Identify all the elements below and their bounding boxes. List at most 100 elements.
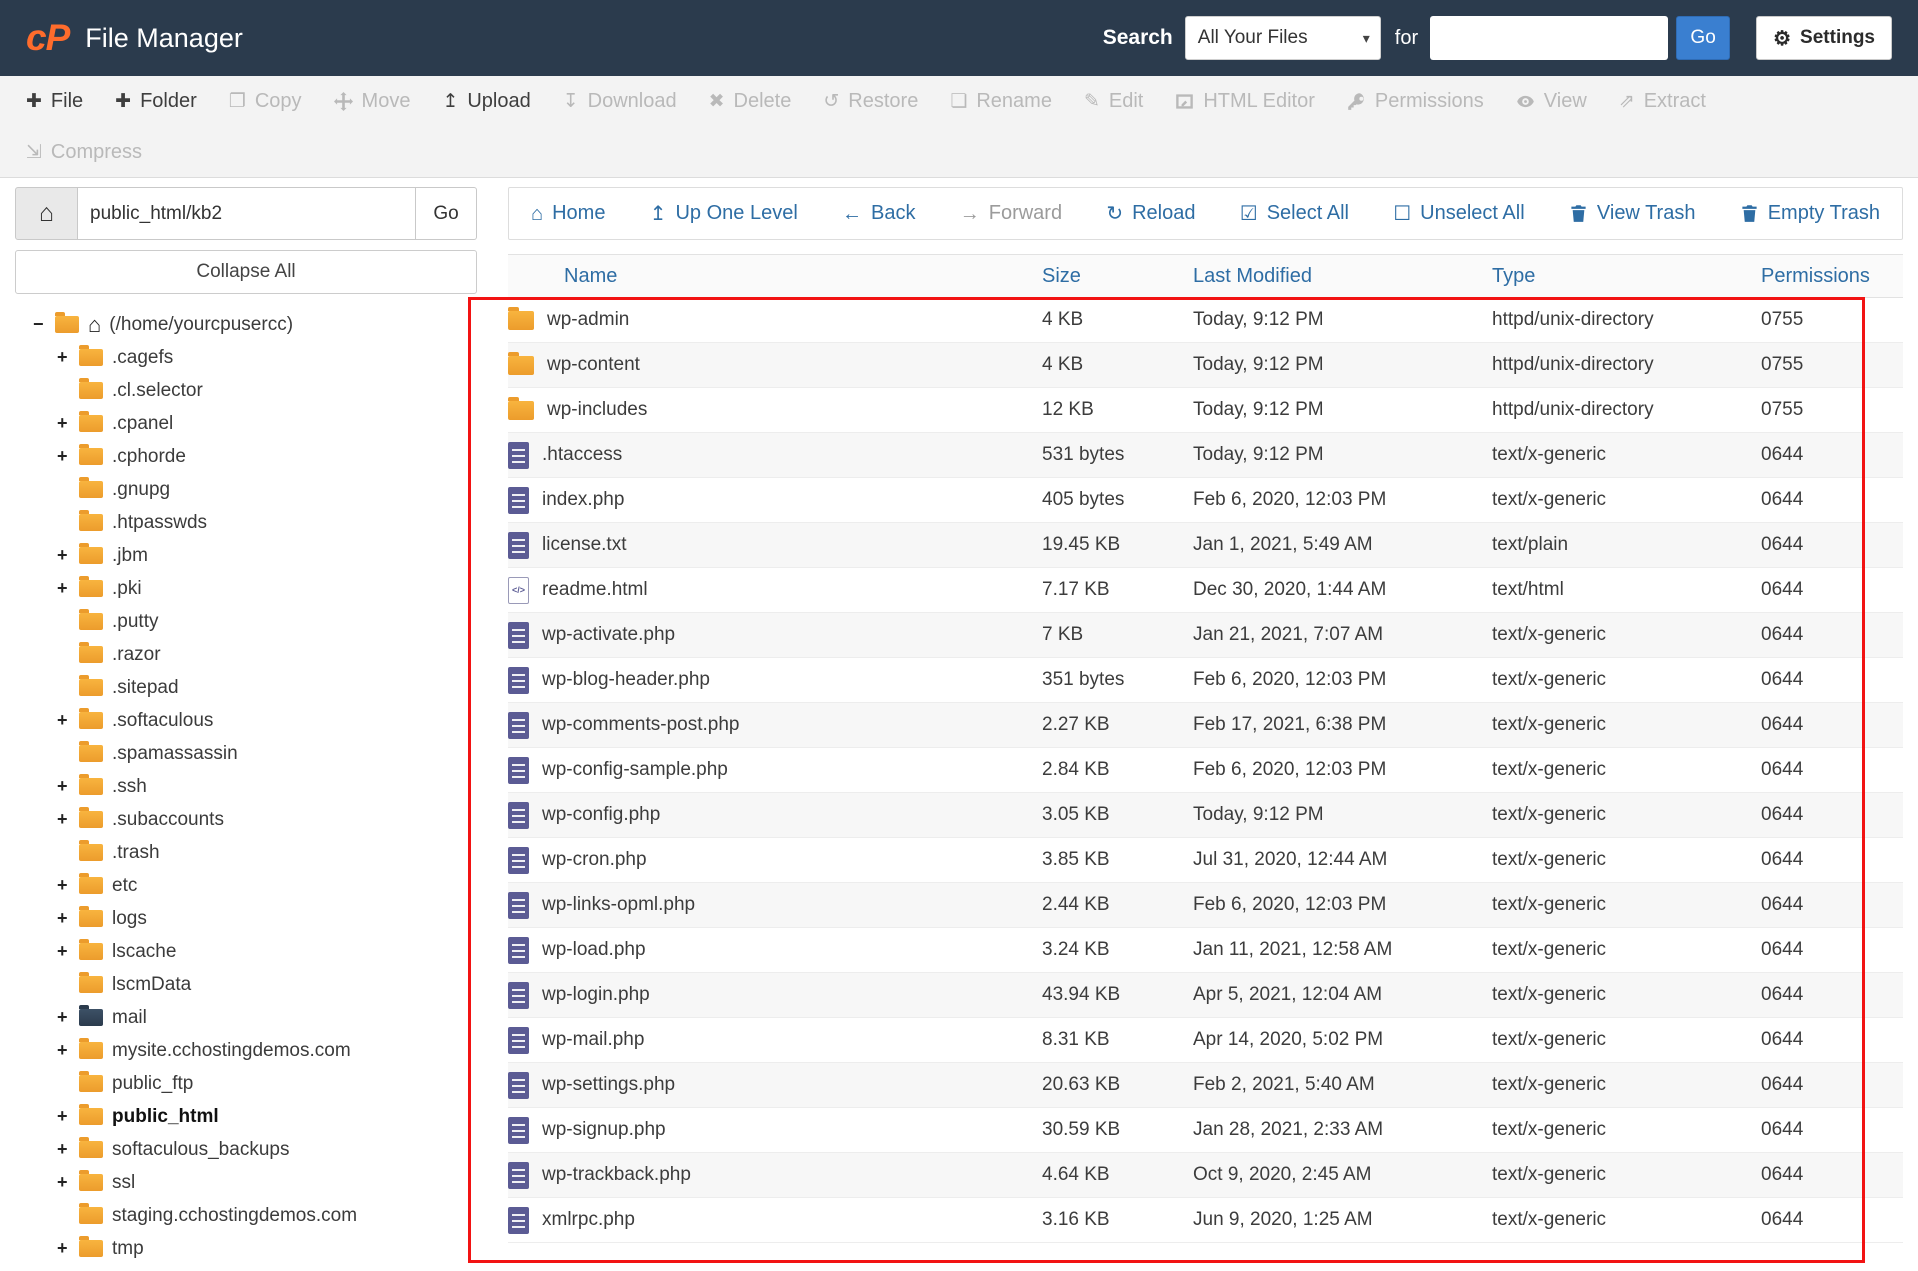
tree-item[interactable]: + etc (15, 869, 477, 902)
html-editor-button[interactable]: HTML Editor (1159, 90, 1331, 113)
sort-by-name[interactable]: Name (564, 265, 617, 287)
tree-item[interactable]: + .subaccounts (15, 803, 477, 836)
expand-icon[interactable]: + (57, 446, 79, 467)
nav-select-all[interactable]: ☑ Select All (1240, 202, 1349, 225)
tree-item[interactable]: + .cpanel (15, 407, 477, 440)
file-row[interactable]: license.txt 19.45 KB Jan 1, 2021, 5:49 AM… (508, 522, 1903, 568)
tree-item[interactable]: .putty (15, 605, 477, 638)
tree-item[interactable]: + .ssh (15, 770, 477, 803)
upload-button[interactable]: ↥ Upload (426, 90, 546, 113)
tree-item[interactable]: + .pki (15, 572, 477, 605)
home-directory-button[interactable]: ⌂ (15, 187, 78, 240)
file-row[interactable]: wp-activate.php 7 KB Jan 21, 2021, 7:07 A… (508, 612, 1903, 658)
download-button[interactable]: ↧ Download (547, 90, 693, 113)
tree-item-root[interactable]: − ⌂ (/home/yourcpusercc) (15, 308, 477, 341)
tree-item[interactable]: public_ftp (15, 1067, 477, 1100)
search-input[interactable] (1430, 16, 1669, 60)
expand-icon[interactable]: + (57, 941, 79, 962)
tree-item[interactable]: .trash (15, 836, 477, 869)
permissions-button[interactable]: Permissions (1331, 90, 1500, 113)
sort-by-size[interactable]: Size (1042, 265, 1081, 287)
nav-up-one-level[interactable]: ↥ Up One Level (650, 202, 798, 225)
path-input[interactable] (78, 187, 416, 240)
tree-item[interactable]: + .cagefs (15, 341, 477, 374)
copy-button[interactable]: ❐ Copy (213, 90, 318, 113)
delete-button[interactable]: ✖ Delete (693, 90, 808, 113)
expand-icon[interactable]: + (57, 875, 79, 896)
file-row[interactable]: wp-content 4 KB Today, 9:12 PM httpd/unix-… (508, 342, 1903, 388)
nav-empty-trash[interactable]: Empty Trash (1740, 202, 1880, 225)
tree-item[interactable]: + tmp (15, 1232, 477, 1265)
file-row[interactable]: wp-mail.php 8.31 KB Apr 14, 2020, 5:02 PM… (508, 1017, 1903, 1063)
file-row[interactable]: wp-includes 12 KB Today, 9:12 PM httpd/uni… (508, 387, 1903, 433)
nav-reload[interactable]: ↻ Reload (1106, 202, 1195, 225)
tree-item[interactable]: + .cphorde (15, 440, 477, 473)
collapse-icon[interactable]: − (33, 314, 55, 335)
expand-icon[interactable]: + (57, 1238, 79, 1259)
expand-icon[interactable]: + (57, 1106, 79, 1127)
file-row[interactable]: wp-signup.php 30.59 KB Jan 28, 2021, 2:33… (508, 1107, 1903, 1153)
file-row[interactable]: wp-load.php 3.24 KB Jan 11, 2021, 12:58 A… (508, 927, 1903, 973)
file-row[interactable]: wp-cron.php 3.85 KB Jul 31, 2020, 12:44 A… (508, 837, 1903, 883)
tree-item[interactable]: + lscache (15, 935, 477, 968)
file-row[interactable]: index.php 405 bytes Feb 6, 2020, 12:03 PM… (508, 477, 1903, 523)
tree-item[interactable]: .htpasswds (15, 506, 477, 539)
file-row[interactable]: wp-settings.php 20.63 KB Feb 2, 2021, 5:4… (508, 1062, 1903, 1108)
tree-item-public-html[interactable]: + public_html (15, 1100, 477, 1133)
expand-icon[interactable]: + (57, 1007, 79, 1028)
settings-button[interactable]: ⚙ Settings (1756, 16, 1892, 60)
expand-icon[interactable]: + (57, 1139, 79, 1160)
expand-icon[interactable]: + (57, 1040, 79, 1061)
nav-forward[interactable]: → Forward (960, 202, 1062, 225)
file-row[interactable]: wp-config.php 3.05 KB Today, 9:12 PM text/… (508, 792, 1903, 838)
file-row[interactable]: wp-blog-header.php 351 bytes Feb 6, 2020,… (508, 657, 1903, 703)
tree-item[interactable]: lscmData (15, 968, 477, 1001)
tree-item[interactable]: .spamassassin (15, 737, 477, 770)
file-row[interactable]: readme.html 7.17 KBDec 30, 2020, 1:44 AM… (508, 567, 1903, 613)
file-row[interactable]: xmlrpc.php 3.16 KB Jun 9, 2020, 1:25 AM te… (508, 1197, 1903, 1243)
expand-icon[interactable]: + (57, 908, 79, 929)
extract-button[interactable]: ⇗ Extract (1603, 90, 1722, 113)
tree-item[interactable]: + ssl (15, 1166, 477, 1199)
move-button[interactable]: Move (318, 90, 427, 113)
file-row[interactable]: wp-links-opml.php 2.44 KB Feb 6, 2020, 12… (508, 882, 1903, 928)
tree-item[interactable]: staging.cchostingdemos.com (15, 1199, 477, 1232)
tree-item[interactable]: + .jbm (15, 539, 477, 572)
file-row[interactable]: wp-admin 4 KB Today, 9:12 PM httpd/unix-di… (508, 297, 1903, 343)
tree-item[interactable]: .sitepad (15, 671, 477, 704)
expand-icon[interactable]: + (57, 710, 79, 731)
tree-item[interactable]: + mysite.cchostingdemos.com (15, 1034, 477, 1067)
file-row[interactable]: wp-config-sample.php 2.84 KB Feb 6, 2020,… (508, 747, 1903, 793)
collapse-all-button[interactable]: Collapse All (15, 250, 477, 294)
tree-item[interactable]: + mail (15, 1001, 477, 1034)
expand-icon[interactable]: + (57, 1172, 79, 1193)
sort-by-type[interactable]: Type (1492, 265, 1535, 287)
sort-by-permissions[interactable]: Permissions (1761, 265, 1870, 287)
search-scope-select[interactable]: All Your Files ▾ (1184, 16, 1381, 60)
expand-icon[interactable]: + (57, 809, 79, 830)
restore-button[interactable]: ↺ Restore (807, 90, 934, 113)
tree-item[interactable]: + logs (15, 902, 477, 935)
expand-icon[interactable]: + (57, 347, 79, 368)
tree-item[interactable]: .razor (15, 638, 477, 671)
file-row[interactable]: .htaccess 531 bytes Today, 9:12 PM text/x-… (508, 432, 1903, 478)
nav-back[interactable]: ← Back (842, 202, 915, 225)
file-row[interactable]: wp-login.php 43.94 KB Apr 5, 2021, 12:04 … (508, 972, 1903, 1018)
nav-home[interactable]: ⌂ Home (531, 202, 605, 225)
tree-item[interactable]: + .softaculous (15, 704, 477, 737)
nav-view-trash[interactable]: View Trash (1569, 202, 1695, 225)
sort-by-last-modified[interactable]: Last Modified (1193, 265, 1312, 287)
compress-button[interactable]: ⇲ Compress (10, 141, 158, 164)
nav-unselect-all[interactable]: ☐ Unselect All (1393, 202, 1524, 225)
expand-icon[interactable]: + (57, 776, 79, 797)
rename-button[interactable]: ❏ Rename (934, 90, 1068, 113)
tree-item[interactable]: .gnupg (15, 473, 477, 506)
file-row[interactable]: wp-comments-post.php 2.27 KB Feb 17, 2021… (508, 702, 1903, 748)
expand-icon[interactable]: + (57, 578, 79, 599)
file-button[interactable]: ✚ File (10, 90, 99, 113)
file-row[interactable]: wp-trackback.php 4.64 KB Oct 9, 2020, 2:4… (508, 1152, 1903, 1198)
tree-item[interactable]: + softaculous_backups (15, 1133, 477, 1166)
folder-button[interactable]: ✚ Folder (99, 90, 213, 113)
edit-button[interactable]: ✎ Edit (1068, 90, 1159, 113)
path-go-button[interactable]: Go (416, 187, 477, 240)
